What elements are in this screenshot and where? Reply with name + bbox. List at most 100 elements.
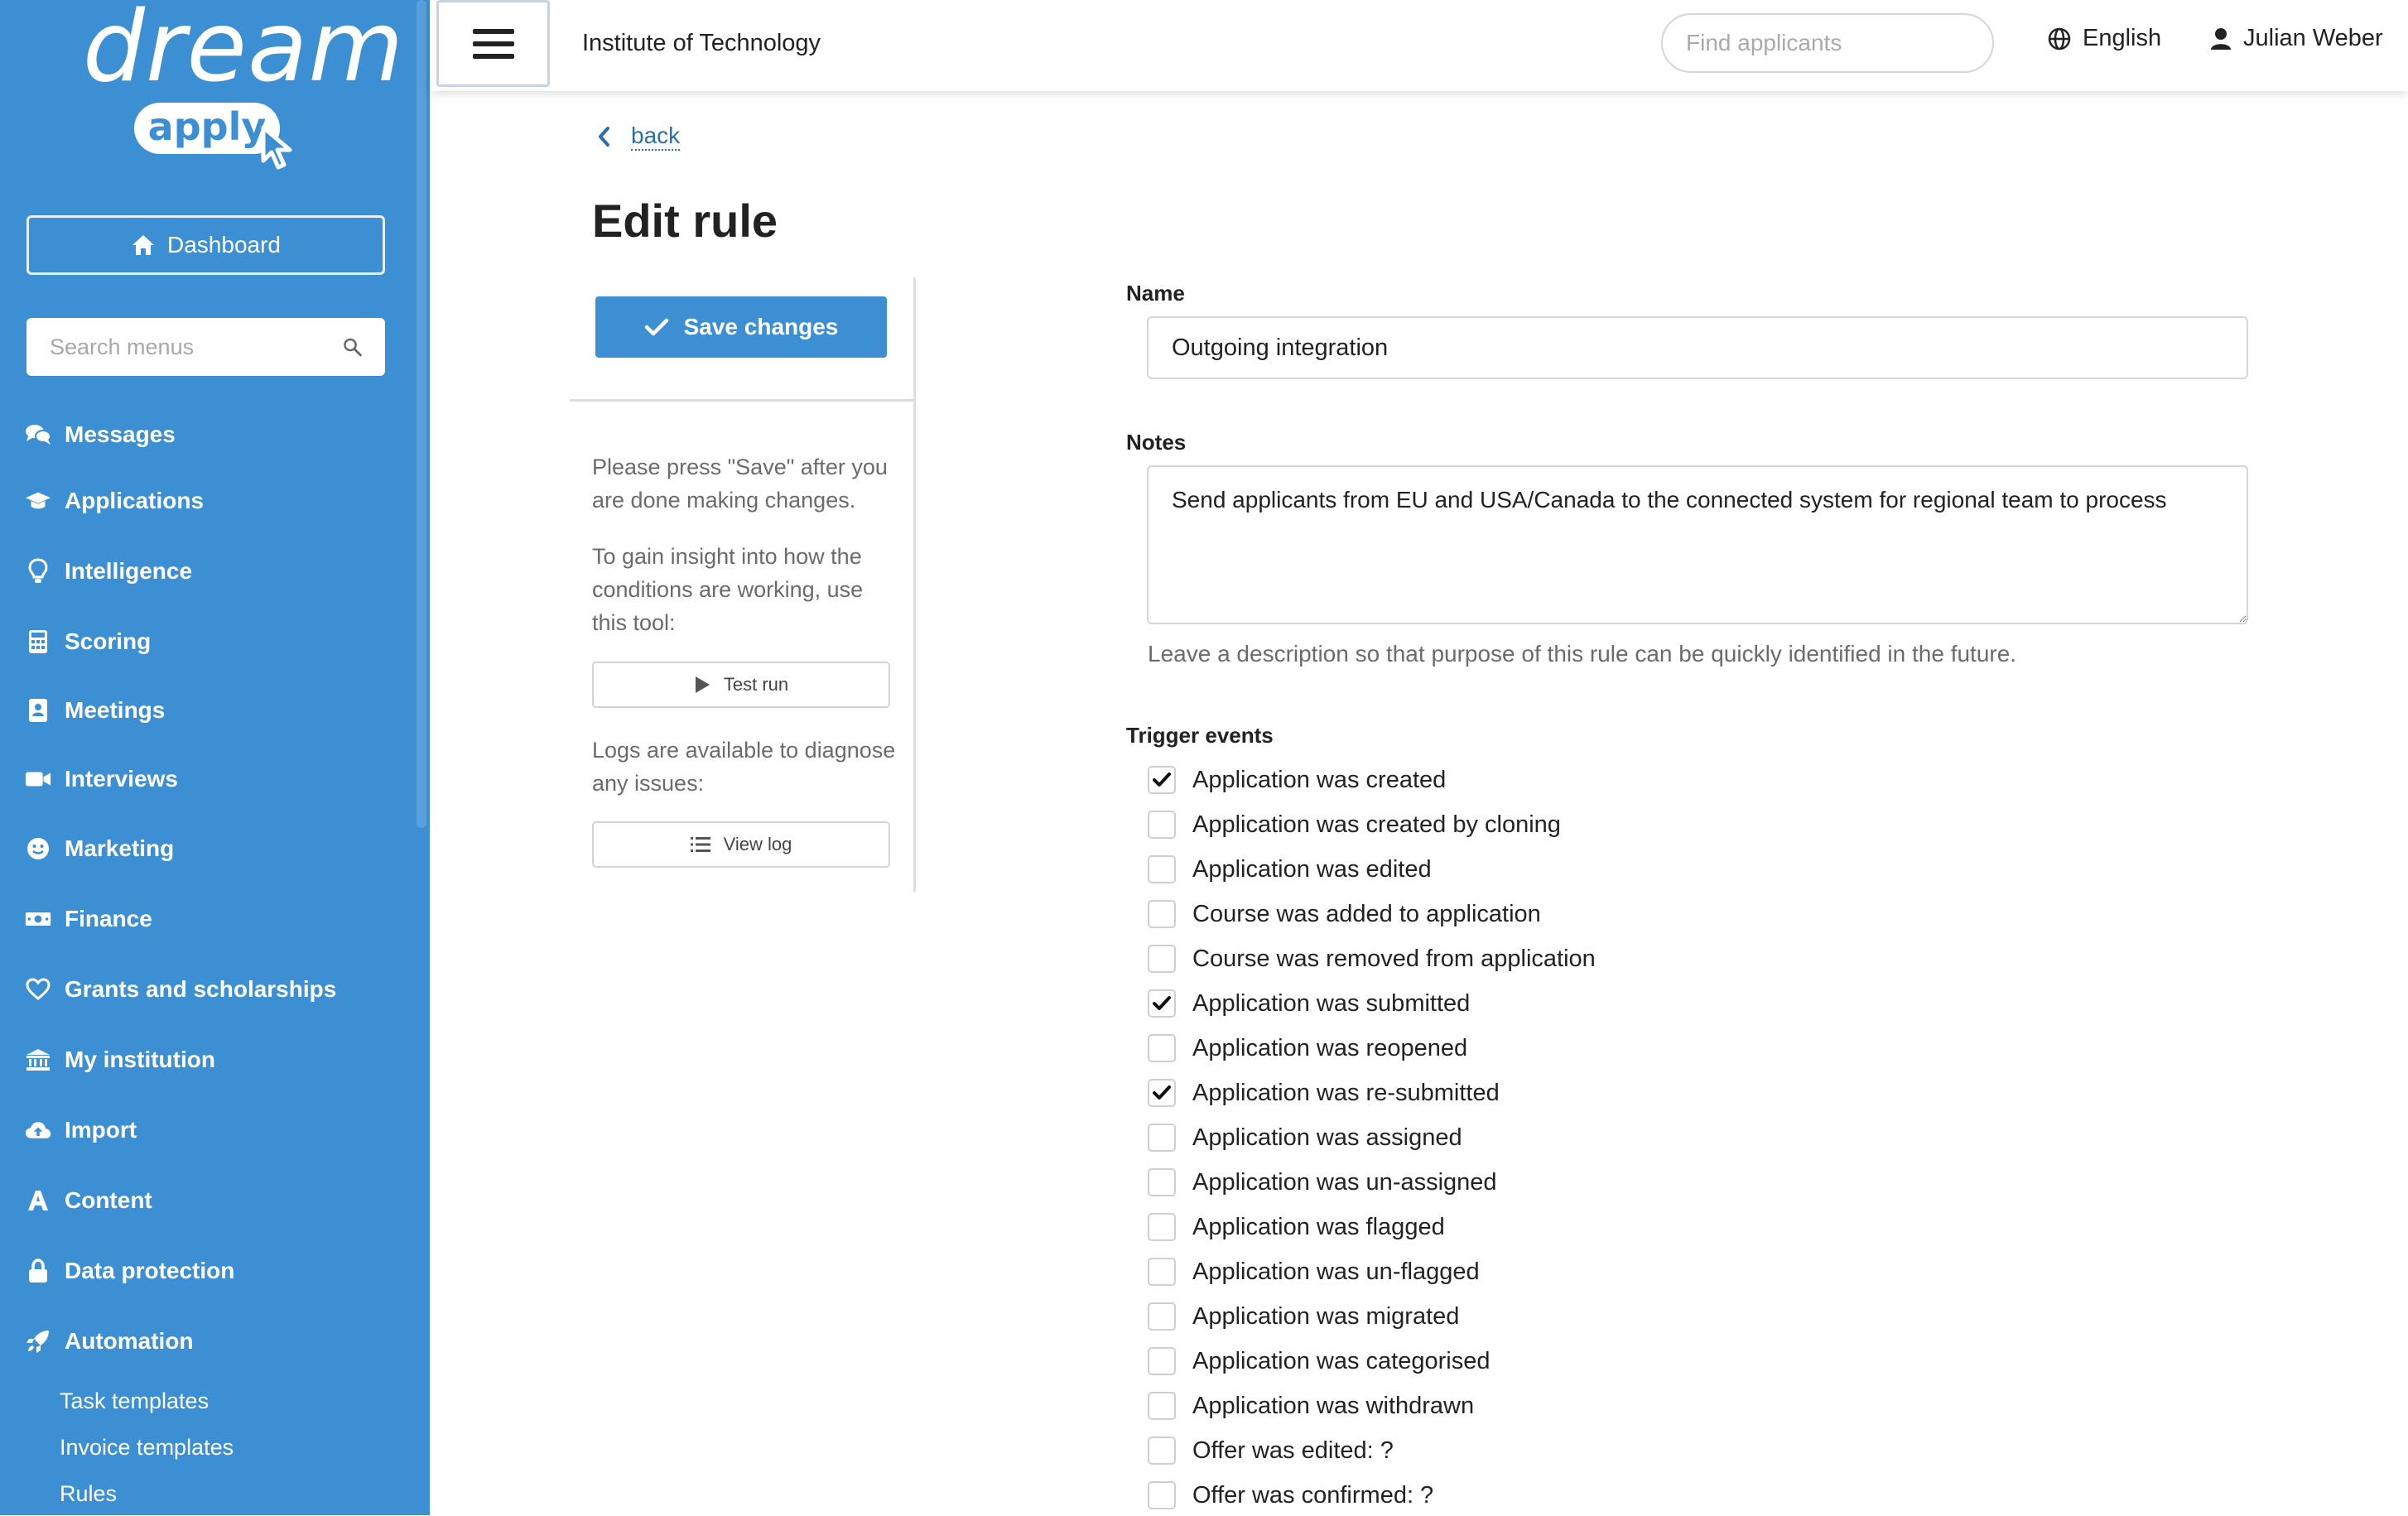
video-icon: [25, 766, 51, 792]
sidebar-search: [26, 318, 385, 376]
sidebar-subitem-task-templates[interactable]: Task templates: [60, 1388, 209, 1414]
trigger-event-row[interactable]: Application was created: [1148, 759, 1446, 801]
trigger-event-label: Application was created: [1192, 766, 1447, 793]
checkbox[interactable]: [1148, 1437, 1176, 1465]
checkbox[interactable]: [1148, 1481, 1176, 1509]
user-icon: [2211, 27, 2231, 50]
view-log-label: View log: [723, 834, 792, 854]
search-icon[interactable]: [343, 335, 362, 359]
checkbox[interactable]: [1148, 945, 1176, 973]
lightbulb-icon: [25, 558, 51, 585]
save-changes-button[interactable]: Save changes: [595, 296, 887, 358]
dashboard-button[interactable]: Dashboard: [26, 215, 385, 275]
sidebar-subitem-invoice-templates[interactable]: Invoice templates: [60, 1435, 234, 1461]
trigger-event-row[interactable]: Application was categorised: [1148, 1340, 1490, 1382]
sidebar-item-my-institution[interactable]: My institution: [25, 1039, 215, 1080]
sidebar-item-scoring[interactable]: Scoring: [25, 621, 151, 662]
checkbox[interactable]: [1148, 1034, 1176, 1062]
sidebar-item-label: Data protection: [65, 1258, 235, 1283]
test-run-button[interactable]: Test run: [592, 662, 890, 708]
address-book-icon: [25, 697, 51, 724]
sidebar-item-interviews[interactable]: Interviews: [25, 758, 178, 800]
trigger-event-row[interactable]: Application was re-submitted: [1148, 1072, 1500, 1114]
sidebar-item-marketing[interactable]: Marketing: [25, 828, 174, 869]
trigger-event-row[interactable]: Application was flagged: [1148, 1206, 1445, 1248]
check-icon: [1153, 772, 1171, 787]
sidebar-item-content[interactable]: Content: [25, 1180, 152, 1221]
trigger-event-row[interactable]: Application was un-assigned: [1148, 1162, 1497, 1203]
sidebar-item-intelligence[interactable]: Intelligence: [25, 551, 192, 592]
sidebar-item-grants[interactable]: Grants and scholarships: [25, 969, 336, 1010]
checkbox[interactable]: [1148, 855, 1176, 883]
sidebar: dream apply Dashboard Messages Applicati…: [0, 0, 430, 1515]
rule-name-input[interactable]: [1147, 316, 2248, 379]
checkbox[interactable]: [1148, 1392, 1176, 1420]
checkbox[interactable]: [1148, 1213, 1176, 1241]
save-changes-label: Save changes: [683, 314, 839, 339]
play-icon: [695, 676, 710, 693]
trigger-event-row[interactable]: Course was added to application: [1148, 893, 1541, 935]
checkbox-checked[interactable]: [1148, 766, 1176, 794]
back-label: back: [631, 123, 681, 151]
sidebar-item-label: Interviews: [65, 766, 178, 792]
calculator-icon: [25, 628, 51, 655]
trigger-event-row[interactable]: Application was migrated: [1148, 1296, 1459, 1337]
cloud-upload-icon: [25, 1117, 51, 1143]
back-link[interactable]: back: [596, 123, 681, 151]
heart-icon: [25, 976, 51, 1003]
checkbox[interactable]: [1148, 1124, 1176, 1152]
name-label: Name: [1126, 281, 1185, 306]
sidebar-item-import[interactable]: Import: [25, 1109, 137, 1151]
notes-label: Notes: [1126, 430, 1187, 455]
trigger-event-row[interactable]: Application was submitted: [1148, 983, 1470, 1024]
trigger-event-label: Application was assigned: [1192, 1124, 1462, 1151]
graduation-cap-icon: [25, 488, 51, 514]
applicant-search: [1661, 13, 1994, 73]
language-label: English: [2083, 25, 2162, 51]
checkbox[interactable]: [1148, 811, 1176, 839]
rule-notes-textarea[interactable]: Send applicants from EU and USA/Canada t…: [1147, 465, 2248, 624]
sidebar-item-label: Grants and scholarships: [65, 976, 337, 1002]
trigger-event-label: Application was categorised: [1192, 1347, 1491, 1374]
sidebar-item-label: Messages: [65, 421, 176, 447]
checkbox-checked[interactable]: [1148, 1079, 1176, 1107]
sidebar-item-automation[interactable]: Automation: [25, 1321, 194, 1362]
applicant-search-input[interactable]: [1686, 30, 1985, 56]
trigger-event-row[interactable]: Course was removed from application: [1148, 938, 1596, 979]
checkbox-checked[interactable]: [1148, 989, 1176, 1018]
trigger-event-row[interactable]: Application was reopened: [1148, 1028, 1467, 1069]
sidebar-item-label: My institution: [65, 1047, 215, 1072]
sidebar-scrollbar[interactable]: [417, 0, 426, 828]
menu-toggle-button[interactable]: [436, 0, 550, 87]
trigger-event-row[interactable]: Application was edited: [1148, 849, 1432, 890]
checkbox[interactable]: [1148, 1258, 1176, 1286]
trigger-event-row[interactable]: Application was un-flagged: [1148, 1251, 1480, 1292]
notes-help-text: Leave a description so that purpose of t…: [1148, 641, 2017, 667]
trigger-event-row[interactable]: Application was withdrawn: [1148, 1385, 1474, 1427]
sidebar-item-label: Applications: [65, 488, 205, 513]
checkbox[interactable]: [1148, 900, 1176, 928]
trigger-event-row[interactable]: Application was assigned: [1148, 1117, 1462, 1158]
sidebar-item-meetings[interactable]: Meetings: [25, 690, 165, 731]
view-log-button[interactable]: View log: [592, 821, 890, 868]
trigger-event-row[interactable]: Application was created by cloning: [1148, 804, 1561, 845]
sidebar-item-messages[interactable]: Messages: [25, 414, 176, 455]
user-menu[interactable]: Julian Weber: [2210, 25, 2383, 52]
sidebar-search-input[interactable]: [50, 334, 343, 360]
help-save-text: Please press "Save" after you are done m…: [592, 455, 888, 513]
trigger-event-row[interactable]: Offer was confirmed: ?: [1148, 1475, 1433, 1516]
language-selector[interactable]: English: [2048, 25, 2161, 52]
sidebar-item-label: Intelligence: [65, 558, 193, 584]
checkbox[interactable]: [1148, 1347, 1176, 1375]
sidebar-subitem-rules[interactable]: Rules: [60, 1481, 117, 1507]
trigger-event-label: Application was flagged: [1192, 1213, 1445, 1240]
sidebar-item-label: Content: [65, 1187, 152, 1213]
trigger-event-row[interactable]: Offer was edited: ?: [1148, 1430, 1394, 1471]
trigger-event-label: Application was withdrawn: [1192, 1392, 1475, 1419]
sidebar-item-data-protection[interactable]: Data protection: [25, 1250, 234, 1292]
checkbox[interactable]: [1148, 1302, 1176, 1331]
sidebar-item-applications[interactable]: Applications: [25, 480, 204, 522]
sidebar-item-label: Automation: [65, 1328, 194, 1354]
checkbox[interactable]: [1148, 1168, 1176, 1196]
sidebar-item-finance[interactable]: Finance: [25, 898, 152, 940]
